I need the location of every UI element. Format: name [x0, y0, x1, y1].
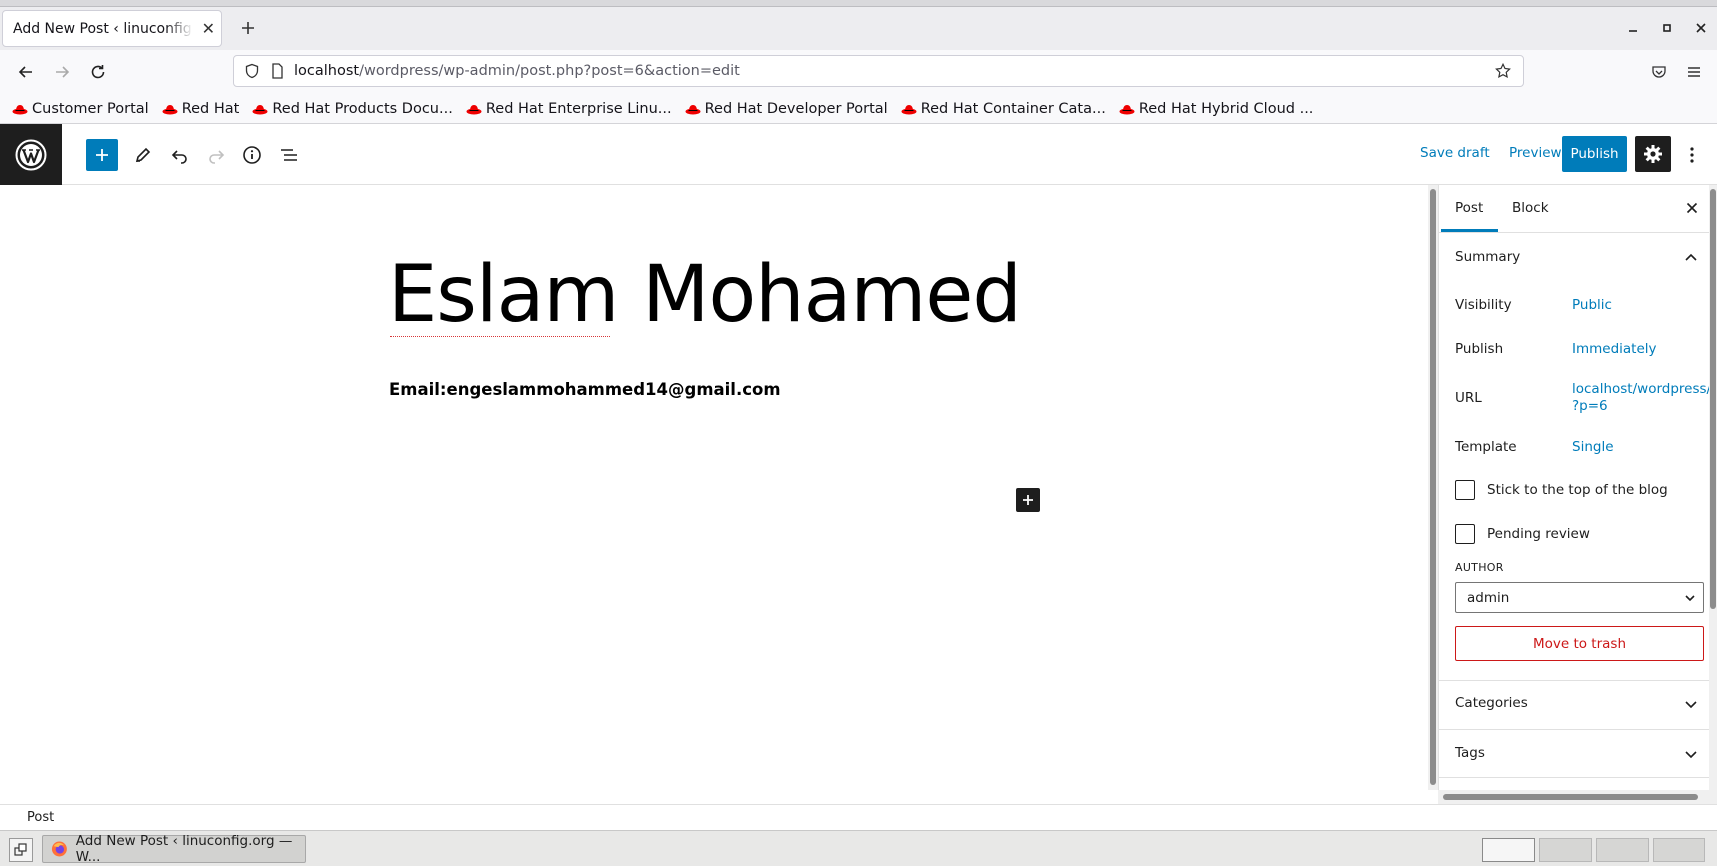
- browser-tab-title: Add New Post ‹ linuconfig.org — WordPres…: [13, 20, 193, 37]
- url-label: URL: [1455, 390, 1482, 406]
- bookmark-red-hat[interactable]: Red Hat: [162, 101, 239, 117]
- summary-panel-title[interactable]: Summary: [1455, 249, 1520, 265]
- panel-divider: [1438, 729, 1709, 730]
- minimize-window-icon[interactable]: [1625, 22, 1641, 38]
- post-paragraph[interactable]: Email:engeslammohammed14@gmail.com: [389, 380, 781, 399]
- tab-post[interactable]: Post: [1455, 200, 1483, 216]
- url-bar[interactable]: localhost/wordpress/wp-admin/post.php?po…: [233, 55, 1524, 87]
- more-options-icon[interactable]: [1680, 143, 1704, 167]
- block-inserter-button[interactable]: [1016, 488, 1040, 512]
- move-to-trash-button[interactable]: Move to trash: [1455, 626, 1704, 661]
- tags-panel-title[interactable]: Tags: [1455, 745, 1485, 761]
- chevron-down-icon[interactable]: [1683, 746, 1699, 762]
- details-info-icon[interactable]: [240, 143, 264, 167]
- gear-icon: [1644, 145, 1662, 163]
- chevron-down-icon[interactable]: [1683, 696, 1699, 712]
- panel-divider: [1438, 777, 1709, 778]
- bookmark-developer-portal[interactable]: Red Hat Developer Portal: [685, 101, 888, 117]
- workspace-1[interactable]: [1482, 838, 1535, 862]
- edit-pencil-icon[interactable]: [131, 143, 155, 167]
- pocket-icon[interactable]: [1648, 61, 1670, 83]
- tab-block[interactable]: Block: [1512, 200, 1549, 216]
- visibility-value[interactable]: Public: [1572, 297, 1612, 313]
- template-value[interactable]: Single: [1572, 439, 1614, 455]
- sticky-label: Stick to the top of the blog: [1487, 482, 1668, 498]
- redhat-icon: [901, 104, 917, 114]
- redhat-icon: [466, 104, 482, 114]
- pending-review-label: Pending review: [1487, 526, 1590, 542]
- menu-hamburger-icon[interactable]: [1683, 61, 1705, 83]
- workspace-2[interactable]: [1539, 838, 1592, 862]
- chevron-down-icon: [1683, 591, 1697, 605]
- show-desktop-icon[interactable]: [9, 838, 33, 862]
- plus-icon: [96, 149, 108, 161]
- redhat-icon: [685, 104, 701, 114]
- undo-icon[interactable]: [168, 143, 192, 167]
- browser-tab[interactable]: Add New Post ‹ linuconfig.org — WordPres…: [2, 10, 222, 47]
- preview-button[interactable]: Preview: [1509, 145, 1562, 161]
- author-select[interactable]: admin: [1455, 582, 1704, 613]
- taskbar-firefox-window[interactable]: Add New Post ‹ linuconfig.org — W...: [42, 833, 306, 865]
- redhat-icon: [1119, 104, 1135, 114]
- panel-divider: [1438, 680, 1709, 681]
- close-sidebar-icon[interactable]: [1683, 199, 1701, 217]
- template-label: Template: [1455, 439, 1517, 455]
- page-info-icon[interactable]: [270, 63, 284, 79]
- reload-icon[interactable]: [87, 61, 109, 83]
- maximize-window-icon[interactable]: [1659, 20, 1675, 36]
- categories-panel-title[interactable]: Categories: [1455, 695, 1528, 711]
- close-window-icon[interactable]: [1693, 20, 1709, 36]
- active-tab-indicator: [1441, 229, 1498, 232]
- redhat-icon: [252, 104, 268, 114]
- redhat-icon: [162, 104, 178, 114]
- publish-date-value[interactable]: Immediately: [1572, 341, 1657, 357]
- publish-label: Publish: [1455, 341, 1504, 357]
- publish-button[interactable]: Publish: [1562, 136, 1627, 172]
- editor-scrollbar[interactable]: [1428, 185, 1438, 790]
- close-tab-icon[interactable]: ✕: [202, 19, 215, 38]
- browser-tab-bar: Add New Post ‹ linuconfig.org — WordPres…: [0, 7, 1717, 50]
- block-breadcrumb: Post: [0, 804, 1717, 830]
- url-value[interactable]: localhost/wordpress/ ?p=6: [1572, 381, 1711, 415]
- back-icon[interactable]: [15, 61, 37, 83]
- forward-icon[interactable]: [51, 61, 73, 83]
- bookmark-enterprise-linux[interactable]: Red Hat Enterprise Linu...: [466, 101, 672, 117]
- url-path: /wordpress/wp-admin/post.php?post=6&acti…: [359, 63, 740, 79]
- bookmark-star-icon[interactable]: [1495, 63, 1511, 79]
- pending-review-checkbox[interactable]: [1455, 524, 1475, 544]
- bookmark-products-docs[interactable]: Red Hat Products Docu...: [252, 101, 453, 117]
- workspace-4[interactable]: [1653, 838, 1705, 862]
- author-label: AUTHOR: [1455, 561, 1504, 574]
- url-host: localhost: [294, 63, 360, 79]
- settings-gear-button[interactable]: [1635, 136, 1671, 172]
- sticky-checkbox[interactable]: [1455, 480, 1475, 500]
- chevron-up-icon[interactable]: [1683, 250, 1699, 266]
- firefox-icon: [51, 841, 67, 857]
- save-draft-button[interactable]: Save draft: [1420, 145, 1490, 161]
- new-tab-icon[interactable]: [237, 17, 259, 39]
- spellcheck-underline: [390, 336, 610, 337]
- shield-icon[interactable]: [244, 63, 260, 79]
- bookmark-hybrid-cloud[interactable]: Red Hat Hybrid Cloud ...: [1119, 101, 1313, 117]
- window-top-strip: [0, 0, 1717, 7]
- plus-icon: [1023, 495, 1033, 505]
- visibility-label: Visibility: [1455, 297, 1512, 313]
- wordpress-logo-icon[interactable]: [0, 124, 62, 185]
- sidebar-horizontal-scrollbar[interactable]: [1438, 790, 1717, 804]
- bookmark-customer-portal[interactable]: Customer Portal: [12, 101, 149, 117]
- workspace-3[interactable]: [1596, 838, 1649, 862]
- sidebar-scrollbar[interactable]: [1709, 185, 1717, 790]
- redhat-icon: [12, 104, 28, 114]
- list-view-icon[interactable]: [277, 143, 301, 167]
- redo-icon[interactable]: [204, 143, 228, 167]
- breadcrumb-post[interactable]: Post: [27, 810, 54, 825]
- add-block-button[interactable]: [86, 139, 118, 171]
- bookmark-container-catalog[interactable]: Red Hat Container Cata...: [901, 101, 1106, 117]
- bookmarks-bar: Customer Portal Red Hat Red Hat Products…: [0, 94, 1717, 124]
- post-title[interactable]: Eslam Mohamed: [388, 250, 1022, 340]
